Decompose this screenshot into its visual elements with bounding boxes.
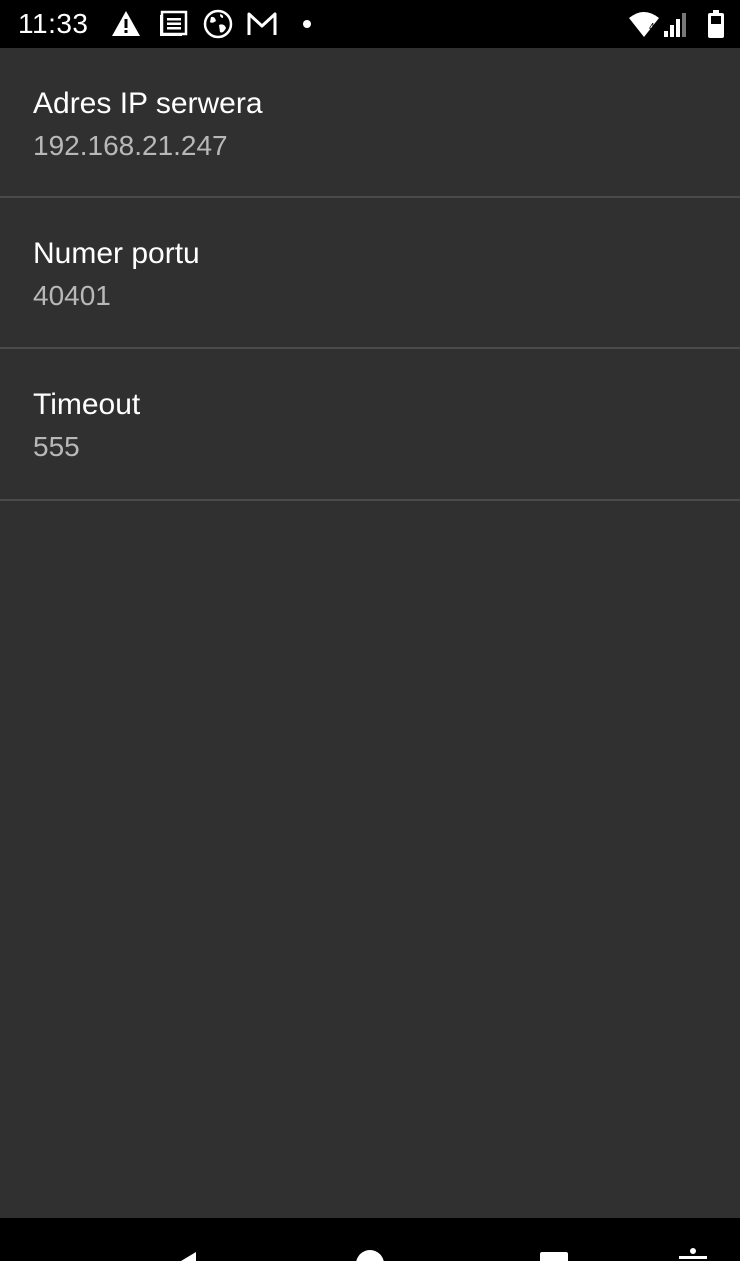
settings-list: Adres IP serwera 192.168.21.247 Numer po… xyxy=(0,48,740,501)
wifi-label: 4 xyxy=(649,22,655,33)
wifi-icon: 4 xyxy=(629,12,659,37)
navigation-bar xyxy=(0,1218,740,1261)
pref-timeout[interactable]: Timeout 555 xyxy=(0,349,740,501)
pref-title: Timeout xyxy=(33,388,141,421)
pref-title: Adres IP serwera xyxy=(33,87,263,120)
battery-icon xyxy=(708,10,724,38)
pref-summary: 555 xyxy=(33,431,80,462)
signal-icon xyxy=(664,13,686,37)
pref-port-number[interactable]: Numer portu 40401 xyxy=(0,198,740,349)
gmail-icon xyxy=(247,12,277,35)
pref-summary: 192.168.21.247 xyxy=(33,130,228,161)
dot-icon xyxy=(303,20,311,28)
status-time: 11:33 xyxy=(18,8,89,39)
message-icon xyxy=(160,10,188,36)
home-icon[interactable] xyxy=(354,1248,386,1261)
globe-icon xyxy=(203,9,233,39)
back-icon[interactable] xyxy=(170,1248,202,1261)
pref-title: Numer portu xyxy=(33,237,200,270)
pref-server-ip[interactable]: Adres IP serwera 192.168.21.247 xyxy=(0,48,740,198)
pref-summary: 40401 xyxy=(33,280,111,311)
warning-icon xyxy=(112,11,140,36)
recents-icon[interactable] xyxy=(538,1250,570,1261)
status-bar: 11:33 4 xyxy=(0,0,740,48)
accessibility-icon[interactable] xyxy=(677,1246,709,1261)
